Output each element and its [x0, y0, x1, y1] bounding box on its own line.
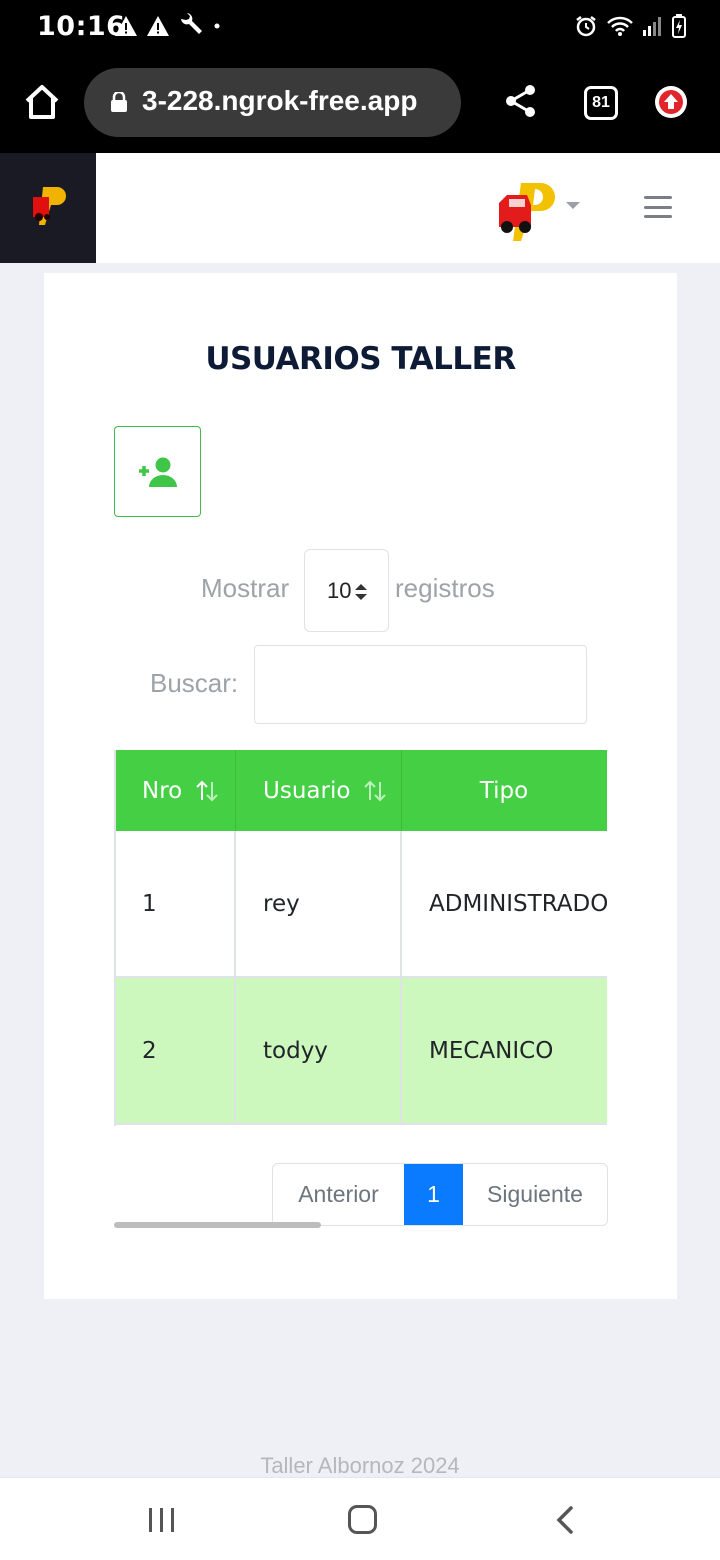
search-input[interactable] — [254, 645, 587, 724]
cell-usuario: todyy — [236, 978, 402, 1123]
pagination-previous-button[interactable]: Anterior — [273, 1164, 404, 1225]
pagination-next-button[interactable]: Siguiente — [463, 1164, 607, 1225]
system-nav-bar — [0, 1477, 720, 1560]
page-length-value: 10 — [327, 578, 352, 603]
cell-usuario: rey — [236, 831, 402, 976]
battery-charging-icon — [672, 14, 686, 38]
signal-icon — [643, 17, 661, 36]
lock-icon — [111, 92, 127, 112]
browser-toolbar: 3-228.ngrok-free.app 81 — [0, 54, 720, 153]
page-title: USUARIOS TALLER — [205, 341, 516, 377]
add-user-button[interactable] — [114, 426, 201, 517]
back-icon[interactable] — [555, 1505, 575, 1535]
update-icon[interactable] — [655, 86, 687, 118]
search-label: Buscar: — [150, 668, 239, 698]
url-text: 3-228.ngrok-free.app — [142, 85, 418, 116]
pagination-page-1[interactable]: 1 — [404, 1164, 463, 1225]
cell-nro: 1 — [116, 831, 236, 976]
length-label-show: Mostrar — [201, 573, 290, 603]
table-row[interactable]: 2 todyy MECANICO — [116, 978, 607, 1125]
cell-nro: 2 — [116, 978, 236, 1123]
table-row[interactable]: 1 rey ADMINISTRADOR — [116, 831, 607, 978]
sidebar-brand[interactable] — [0, 153, 96, 263]
column-header-nro[interactable]: Nro — [116, 750, 236, 831]
horizontal-scrollbar[interactable] — [114, 1222, 321, 1228]
footer-text: Taller Albornoz 2024 — [260, 1453, 460, 1478]
address-bar[interactable]: 3-228.ngrok-free.app — [84, 68, 461, 137]
length-label-records: registros — [395, 573, 495, 603]
brand-logo — [33, 187, 66, 225]
sort-icon — [364, 780, 387, 801]
warning-icon — [115, 16, 137, 36]
column-header-tipo[interactable]: Tipo — [402, 750, 607, 831]
tab-switcher-button[interactable]: 81 — [584, 86, 618, 120]
wrench-icon — [181, 13, 202, 34]
status-notification-icons — [114, 13, 222, 39]
column-header-usuario[interactable]: Usuario — [236, 750, 402, 831]
table-header-row: Nro Usuario Tipo — [116, 750, 607, 831]
menu-icon[interactable] — [644, 196, 672, 218]
users-table: Nro Usuario Tipo 1 rey ADMINISTRADOR 2 t… — [114, 750, 607, 1126]
content-card: USUARIOS TALLER Mostrar 10 registros Bus… — [44, 273, 677, 1299]
share-icon[interactable] — [504, 84, 538, 118]
home-button-icon[interactable] — [348, 1505, 377, 1534]
wifi-icon — [607, 16, 633, 36]
sort-icon — [196, 780, 218, 801]
cell-tipo: MECANICO — [429, 1037, 554, 1064]
page-length-select[interactable]: 10 — [304, 549, 389, 632]
profile-dropdown-caret[interactable] — [566, 202, 580, 209]
status-bar: 10:16 — [0, 0, 720, 54]
app-header — [0, 153, 720, 263]
recent-apps-icon[interactable] — [148, 1507, 176, 1533]
user-plus-icon — [138, 457, 177, 487]
alarm-icon — [576, 16, 596, 37]
dot-icon — [214, 23, 220, 29]
status-time: 10:16 — [37, 11, 126, 42]
pagination: Anterior 1 Siguiente — [272, 1163, 608, 1226]
status-system-icons — [574, 14, 686, 38]
home-icon[interactable] — [22, 82, 62, 122]
user-avatar-logo[interactable] — [497, 181, 561, 243]
cell-tipo: ADMINISTRADOR — [429, 890, 607, 917]
warning-icon — [147, 16, 169, 36]
select-arrows-icon — [355, 584, 367, 600]
